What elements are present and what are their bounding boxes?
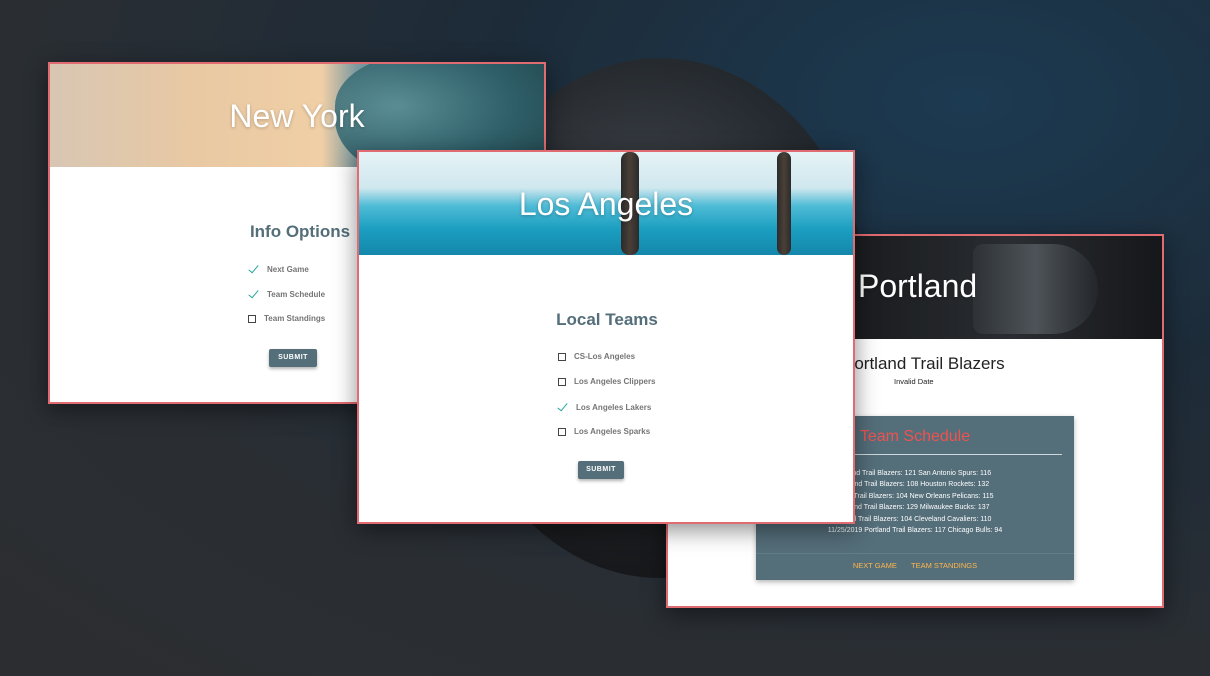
- option-team-standings[interactable]: Team Standings: [248, 314, 325, 323]
- option-los-angeles-clippers[interactable]: Los Angeles Clippers: [558, 377, 656, 386]
- local-teams-title: Local Teams: [556, 310, 658, 329]
- los-angeles-hero: Los Angeles: [359, 152, 853, 255]
- option-label: Team Standings: [264, 314, 326, 323]
- team-standings-link[interactable]: TEAM STANDINGS: [911, 561, 977, 570]
- los-angeles-title: Los Angeles: [518, 186, 694, 222]
- team-name: Portland Trail Blazers: [843, 354, 1005, 373]
- option-cs-los-angeles[interactable]: CS-Los Angeles: [558, 352, 635, 361]
- option-next-game[interactable]: Next Game: [248, 264, 309, 275]
- portland-title: Portland: [858, 268, 978, 304]
- game-date: Invalid Date: [894, 377, 934, 386]
- option-label: Team Schedule: [267, 290, 326, 299]
- option-label: Los Angeles Clippers: [574, 377, 656, 386]
- next-game-link[interactable]: NEXT GAME: [853, 561, 897, 570]
- divider: [756, 553, 1074, 554]
- submit-button[interactable]: SUBMIT: [269, 349, 317, 367]
- checkbox-icon: [558, 352, 566, 361]
- los-angeles-card: Los Angeles Local Teams CS-Los Angeles L…: [357, 150, 855, 524]
- check-icon: [248, 264, 259, 275]
- option-label: Next Game: [267, 265, 309, 274]
- option-label: Los Angeles Lakers: [576, 403, 652, 412]
- checkbox-icon: [558, 377, 566, 386]
- check-icon: [248, 289, 259, 300]
- new-york-title: New York: [229, 98, 365, 134]
- option-team-schedule[interactable]: Team Schedule: [248, 289, 325, 300]
- option-los-angeles-sparks[interactable]: Los Angeles Sparks: [558, 427, 650, 436]
- option-label: Los Angeles Sparks: [574, 427, 651, 436]
- schedule-row: 11/25/2019 Portland Trail Blazers: 117 C…: [827, 527, 1003, 535]
- option-label: CS-Los Angeles: [574, 352, 636, 361]
- submit-button[interactable]: SUBMIT: [578, 461, 624, 479]
- schedule-actions: NEXT GAME TEAM STANDINGS: [756, 561, 1074, 570]
- option-los-angeles-lakers[interactable]: Los Angeles Lakers: [557, 402, 651, 413]
- checkbox-icon: [248, 314, 256, 323]
- check-icon: [557, 402, 568, 413]
- checkbox-icon: [558, 427, 566, 436]
